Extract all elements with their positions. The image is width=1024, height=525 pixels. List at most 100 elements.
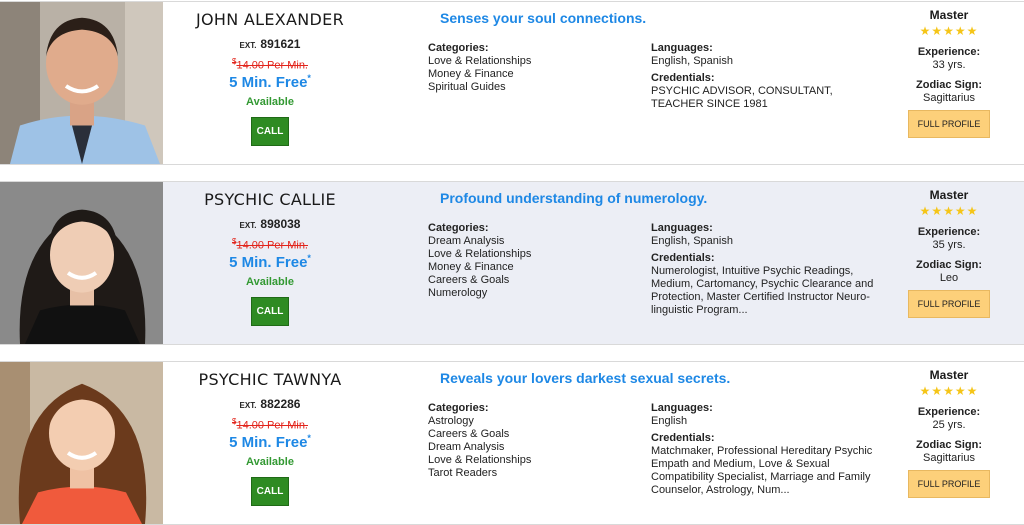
free-asterisk: * <box>307 72 311 83</box>
psychic-info: JOHN ALEXANDER EXT. 891621 $14.00 Per Min… <box>170 8 370 146</box>
credentials-value: Matchmaker, Professional Hereditary Psyc… <box>651 445 873 496</box>
category-item: Dream Analysis <box>428 441 505 453</box>
level-label: Master <box>929 188 969 202</box>
category-item: Numerology <box>428 287 488 299</box>
languages-value: English, Spanish <box>651 55 733 67</box>
psychic-tagline: Profound understanding of numerology. <box>440 190 708 206</box>
psychic-name[interactable]: JOHN ALEXANDER <box>170 10 370 29</box>
category-item: Love & Relationships <box>428 55 532 67</box>
full-profile-button[interactable]: FULL PROFILE <box>907 290 991 318</box>
category-item: Careers & Goals <box>428 274 510 286</box>
star-rating-icon: ★★★★★ <box>919 384 979 398</box>
psychic-card-tawnya: PSYCHIC TAWNYA EXT. 882286 $14.00 Per Min… <box>0 361 1024 525</box>
psychic-photo[interactable] <box>0 362 163 524</box>
free-asterisk: * <box>307 432 311 443</box>
call-button[interactable]: CALL <box>250 476 290 506</box>
credentials-heading: Credentials: <box>651 72 715 84</box>
category-item: Love & Relationships <box>428 454 532 466</box>
free-text: 5 Min. Free <box>229 253 308 271</box>
ext-label: EXT. <box>239 41 257 50</box>
languages-heading: Languages: <box>651 42 713 54</box>
psychic-info: PSYCHIC TAWNYA EXT. 882286 $14.00 Per Min… <box>170 368 370 506</box>
languages-value: English <box>651 415 688 427</box>
free-minutes-offer: 5 Min. Free* <box>170 253 370 271</box>
experience-heading: Experience: <box>917 46 981 58</box>
ext-number: 891621 <box>260 37 301 51</box>
categories-heading: Categories: <box>428 222 489 234</box>
zodiac-heading: Zodiac Sign: <box>916 439 982 451</box>
zodiac-value: Leo <box>939 272 959 284</box>
ext-number: 898038 <box>260 217 301 231</box>
availability-status: Available <box>246 455 294 468</box>
languages-heading: Languages: <box>651 222 713 234</box>
full-profile-button[interactable]: FULL PROFILE <box>907 470 991 498</box>
call-button[interactable]: CALL <box>250 296 290 326</box>
rank-block: Master ★★★★★ Experience: 25 yrs. Zodiac … <box>899 368 999 498</box>
original-price: $14.00 Per Min. <box>170 417 370 432</box>
credentials-heading: Credentials: <box>651 432 715 444</box>
ext-label: EXT. <box>239 221 257 230</box>
category-item: Love & Relationships <box>428 248 532 260</box>
languages-block: Languages: English, Spanish <box>651 42 733 68</box>
categories-heading: Categories: <box>428 402 489 414</box>
price-text: 14.00 Per Min. <box>236 239 308 252</box>
experience-value: 35 yrs. <box>932 239 966 251</box>
price-text: 14.00 Per Min. <box>236 59 308 72</box>
rank-block: Master ★★★★★ Experience: 33 yrs. Zodiac … <box>899 8 999 138</box>
zodiac-heading: Zodiac Sign: <box>916 259 982 271</box>
zodiac-value: Sagittarius <box>923 452 975 464</box>
rank-block: Master ★★★★★ Experience: 35 yrs. Zodiac … <box>899 188 999 318</box>
credentials-value: PSYCHIC ADVISOR, CONSULTANT, TEACHER SIN… <box>651 85 833 110</box>
extension: EXT. 898038 <box>170 217 370 231</box>
category-item: Astrology <box>428 415 474 427</box>
ext-label: EXT. <box>239 401 257 410</box>
psychic-photo[interactable] <box>0 2 163 164</box>
categories-list: Categories: Love & Relationships Money &… <box>428 42 531 94</box>
psychic-info: PSYCHIC CALLIE EXT. 898038 $14.00 Per Min… <box>170 188 370 326</box>
extension: EXT. 882286 <box>170 397 370 411</box>
experience-value: 25 yrs. <box>932 419 966 431</box>
psychic-tagline: Reveals your lovers darkest sexual secre… <box>440 370 731 386</box>
level-label: Master <box>929 8 969 22</box>
categories-list: Categories: Astrology Careers & Goals Dr… <box>428 402 531 480</box>
psychic-name[interactable]: PSYCHIC CALLIE <box>170 190 370 209</box>
extension: EXT. 891621 <box>170 37 370 51</box>
free-text: 5 Min. Free <box>229 73 308 91</box>
category-item: Dream Analysis <box>428 235 505 247</box>
experience-heading: Experience: <box>917 226 981 238</box>
level-label: Master <box>929 368 969 382</box>
credentials-block: Credentials: Numerologist, Intuitive Psy… <box>651 252 881 317</box>
star-rating-icon: ★★★★★ <box>919 204 979 218</box>
psychic-card-callie: PSYCHIC CALLIE EXT. 898038 $14.00 Per Min… <box>0 181 1024 345</box>
free-asterisk: * <box>307 252 311 263</box>
psychic-photo[interactable] <box>0 182 163 344</box>
category-item: Money & Finance <box>428 261 514 273</box>
ext-number: 882286 <box>260 397 301 411</box>
category-item: Careers & Goals <box>428 428 510 440</box>
availability-status: Available <box>246 95 294 108</box>
free-minutes-offer: 5 Min. Free* <box>170 73 370 91</box>
availability-status: Available <box>246 275 294 288</box>
psychic-name[interactable]: PSYCHIC TAWNYA <box>170 370 370 389</box>
categories-heading: Categories: <box>428 42 489 54</box>
call-button[interactable]: CALL <box>250 116 290 146</box>
zodiac-value: Sagittarius <box>923 92 975 104</box>
languages-heading: Languages: <box>651 402 713 414</box>
experience-heading: Experience: <box>917 406 981 418</box>
psychic-card-john-alexander: JOHN ALEXANDER EXT. 891621 $14.00 Per Min… <box>0 1 1024 165</box>
credentials-block: Credentials: Matchmaker, Professional He… <box>651 432 881 497</box>
languages-block: Languages: English, Spanish <box>651 222 733 248</box>
categories-list: Categories: Dream Analysis Love & Relati… <box>428 222 531 300</box>
languages-value: English, Spanish <box>651 235 733 247</box>
category-item: Spiritual Guides <box>428 81 506 93</box>
credentials-block: Credentials: PSYCHIC ADVISOR, CONSULTANT… <box>651 72 881 111</box>
languages-block: Languages: English <box>651 402 713 428</box>
full-profile-button[interactable]: FULL PROFILE <box>907 110 991 138</box>
category-item: Tarot Readers <box>428 467 498 479</box>
category-item: Money & Finance <box>428 68 514 80</box>
original-price: $14.00 Per Min. <box>170 237 370 252</box>
experience-value: 33 yrs. <box>932 59 966 71</box>
star-rating-icon: ★★★★★ <box>919 24 979 38</box>
psychic-tagline: Senses your soul connections. <box>440 10 647 26</box>
credentials-heading: Credentials: <box>651 252 715 264</box>
